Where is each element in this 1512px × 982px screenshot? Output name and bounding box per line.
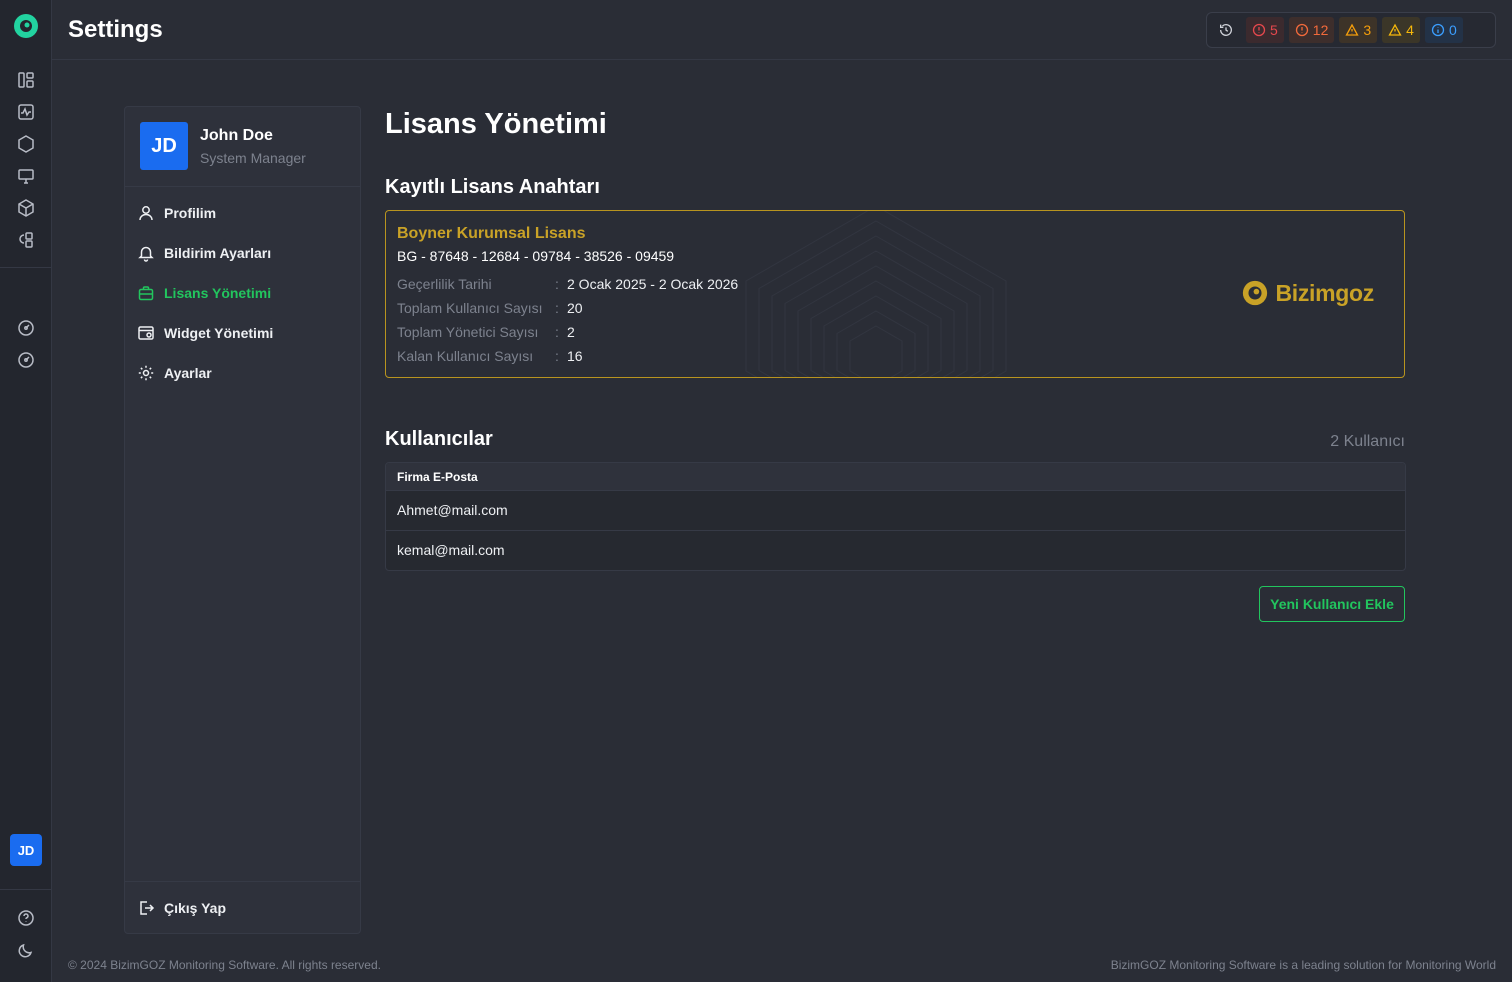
warning-triangle-icon bbox=[1388, 23, 1402, 36]
license-row-separator: : bbox=[555, 324, 559, 340]
add-user-button[interactable]: Yeni Kullanıcı Ekle bbox=[1259, 586, 1405, 622]
monitor-icon[interactable] bbox=[16, 166, 36, 186]
license-validity-row: Geçerlilik Tarihi : 2 Ocak 2025 - 2 Ocak… bbox=[397, 276, 738, 292]
license-row-value: 2 bbox=[567, 324, 575, 340]
alert-circle-icon bbox=[1252, 23, 1266, 37]
menu-item-ayarlar[interactable]: Ayarlar bbox=[137, 361, 212, 385]
warning-triangle-icon bbox=[1345, 23, 1359, 36]
license-row-value: 16 bbox=[567, 348, 583, 364]
license-row-value: 20 bbox=[567, 300, 583, 316]
users-table: Firma E-Posta Ahmet@mail.com kemal@mail.… bbox=[385, 462, 1406, 571]
minor-alert-badge[interactable]: 4 bbox=[1382, 17, 1420, 43]
dashboard-icon[interactable] bbox=[16, 70, 36, 90]
info-alert-count: 0 bbox=[1448, 22, 1457, 38]
license-row-separator: : bbox=[555, 348, 559, 364]
avatar: JD bbox=[140, 122, 188, 170]
menu-item-bildirim-ayarlari[interactable]: Bildirim Ayarları bbox=[137, 241, 271, 265]
info-circle-icon bbox=[1431, 23, 1445, 37]
gear-icon bbox=[138, 365, 154, 381]
profile-header: JD John Doe System Manager bbox=[125, 107, 360, 187]
section-title: Lisans Yönetimi bbox=[385, 108, 607, 140]
info-alert-badge[interactable]: 0 bbox=[1424, 17, 1463, 43]
alert-summary: 5 12 3 4 0 bbox=[1206, 12, 1496, 48]
app-logo-icon[interactable] bbox=[13, 13, 39, 39]
warning-alert-badge[interactable]: 3 bbox=[1339, 17, 1378, 43]
settings-sidebar: JD John Doe System Manager Profilim Bild… bbox=[124, 106, 361, 934]
logout-icon bbox=[140, 901, 155, 915]
profile-name: John Doe bbox=[200, 127, 273, 144]
license-row-separator: : bbox=[555, 300, 559, 316]
logout-button[interactable]: Çıkış Yap bbox=[137, 896, 226, 920]
package-icon[interactable] bbox=[16, 198, 36, 218]
alert-circle-icon bbox=[1295, 23, 1308, 37]
rail-divider-bottom bbox=[0, 889, 51, 890]
rail-divider bbox=[0, 267, 51, 268]
menu-item-profilim[interactable]: Profilim bbox=[137, 201, 216, 225]
license-row-separator: : bbox=[555, 276, 559, 292]
hexagon-icon[interactable] bbox=[16, 134, 36, 154]
error-alert-count: 12 bbox=[1312, 22, 1329, 38]
shapes-icon[interactable] bbox=[16, 230, 36, 250]
footer-tagline: BizimGOZ Monitoring Software is a leadin… bbox=[1110, 958, 1496, 972]
page-title: Settings bbox=[68, 16, 163, 43]
menu-item-label: Lisans Yönetimi bbox=[164, 285, 272, 301]
user-icon bbox=[139, 206, 153, 221]
license-total-users-row: Toplam Kullanıcı Sayısı : 20 bbox=[397, 300, 583, 316]
top-bar: Settings 5 12 3 4 0 bbox=[52, 0, 1512, 60]
table-row[interactable]: kemal@mail.com bbox=[386, 531, 1405, 570]
left-rail: JD bbox=[0, 0, 52, 982]
error-alert-badge[interactable]: 12 bbox=[1288, 17, 1335, 43]
menu-item-lisans-yonetimi[interactable]: Lisans Yönetimi bbox=[137, 281, 271, 305]
hexagon-pattern bbox=[745, 211, 1007, 377]
license-row-label: Toplam Kullanıcı Sayısı bbox=[397, 300, 543, 316]
license-total-admins-row: Toplam Yönetici Sayısı : 2 bbox=[397, 324, 575, 340]
moon-icon[interactable] bbox=[16, 940, 36, 960]
menu-item-label: Bildirim Ayarları bbox=[164, 245, 272, 261]
license-remaining-users-row: Kalan Kullanıcı Sayısı : 16 bbox=[397, 348, 583, 364]
table-header: Firma E-Posta bbox=[386, 463, 1405, 491]
menu-item-widget-yonetimi[interactable]: Widget Yönetimi bbox=[137, 321, 273, 345]
widget-icon bbox=[138, 326, 154, 340]
license-card: Boyner Kurumsal Lisans BG - 87648 - 1268… bbox=[385, 210, 1405, 378]
license-row-label: Toplam Yönetici Sayısı bbox=[397, 324, 539, 340]
footer-copyright: © 2024 BizimGOZ Monitoring Software. All… bbox=[68, 958, 381, 972]
briefcase-icon bbox=[138, 286, 154, 301]
warning-alert-count: 3 bbox=[1363, 22, 1372, 38]
menu-item-label: Widget Yönetimi bbox=[164, 325, 274, 341]
help-icon[interactable] bbox=[16, 908, 36, 928]
license-row-label: Kalan Kullanıcı Sayısı bbox=[397, 348, 534, 364]
license-key: BG - 87648 - 12684 - 09784 - 38526 - 094… bbox=[397, 248, 675, 264]
sidebar-footer: Çıkış Yap bbox=[125, 881, 360, 933]
rail-avatar[interactable]: JD bbox=[10, 834, 42, 866]
gauge-icon[interactable] bbox=[16, 318, 36, 338]
license-row-value: 2 Ocak 2025 - 2 Ocak 2026 bbox=[567, 276, 739, 292]
logout-label: Çıkış Yap bbox=[164, 900, 227, 916]
users-section-title: Kullanıcılar bbox=[385, 428, 493, 450]
license-section-title: Kayıtlı Lisans Anahtarı bbox=[385, 176, 600, 198]
minor-alert-count: 4 bbox=[1406, 22, 1414, 38]
history-icon[interactable] bbox=[1211, 17, 1241, 43]
critical-alert-badge[interactable]: 5 bbox=[1246, 17, 1284, 43]
users-count: 2 Kullanıcı bbox=[1330, 433, 1405, 450]
menu-item-label: Ayarlar bbox=[164, 365, 212, 381]
brand-logo: Bizimgoz bbox=[1241, 279, 1374, 307]
profile-role: System Manager bbox=[200, 150, 306, 166]
menu-item-label: Profilim bbox=[164, 205, 217, 221]
brand-name: Bizimgoz bbox=[1275, 279, 1374, 306]
bell-icon bbox=[138, 246, 154, 262]
critical-alert-count: 5 bbox=[1270, 22, 1278, 38]
brand-eye-icon bbox=[1243, 280, 1268, 306]
license-name: Boyner Kurumsal Lisans bbox=[397, 225, 586, 242]
activity-icon[interactable] bbox=[16, 102, 36, 122]
table-row[interactable]: Ahmet@mail.com bbox=[386, 491, 1405, 531]
gauge-alt-icon[interactable] bbox=[16, 350, 36, 370]
license-row-label: Geçerlilik Tarihi bbox=[397, 276, 492, 292]
